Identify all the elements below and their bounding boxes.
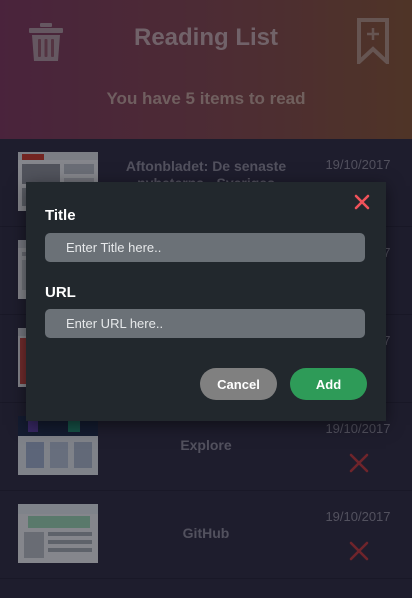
url-input[interactable] — [45, 309, 365, 338]
add-item-dialog: Title URL Cancel Add — [26, 182, 386, 421]
title-label: Title — [45, 207, 76, 224]
close-icon[interactable] — [354, 194, 370, 210]
title-input[interactable] — [45, 233, 365, 262]
url-label: URL — [45, 284, 76, 301]
add-button[interactable]: Add — [290, 368, 367, 400]
cancel-button[interactable]: Cancel — [200, 368, 277, 400]
